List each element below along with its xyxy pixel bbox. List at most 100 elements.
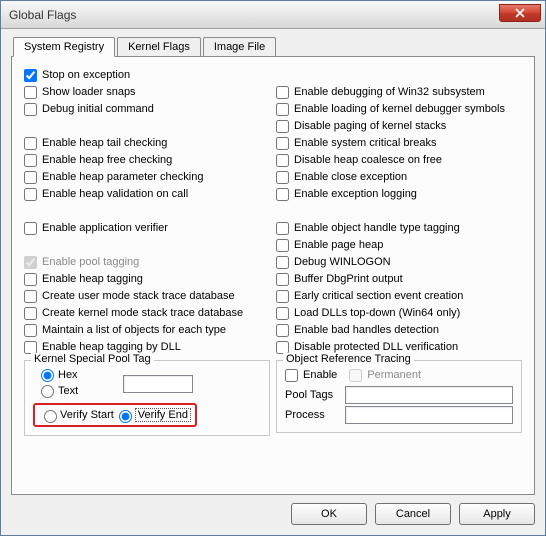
checkbox[interactable]	[276, 137, 289, 150]
checkbox[interactable]	[276, 239, 289, 252]
checkbox[interactable]	[276, 307, 289, 320]
chk-label: Enable bad handles detection	[294, 322, 439, 339]
chk-label: Enable exception logging	[294, 186, 417, 203]
chk-load-dlls-top-down[interactable]: Load DLLs top-down (Win64 only)	[276, 305, 522, 322]
chk-enable-bad-handles-detection[interactable]: Enable bad handles detection	[276, 322, 522, 339]
chk-enable-heap-parameter-checking[interactable]: Enable heap parameter checking	[24, 169, 270, 186]
tab-system-registry[interactable]: System Registry	[13, 37, 115, 57]
chk-label: Enable heap tail checking	[42, 135, 167, 152]
checkbox[interactable]	[24, 171, 37, 184]
close-button[interactable]	[499, 4, 541, 22]
chk-label: Enable application verifier	[42, 220, 168, 237]
ort-pool-tags-row: Pool Tags	[285, 386, 513, 404]
chk-label: Disable paging of kernel stacks	[294, 118, 446, 135]
chk-enable-application-verifier[interactable]: Enable application verifier	[24, 220, 270, 237]
checkbox[interactable]	[285, 369, 298, 382]
chk-label: Show loader snaps	[42, 84, 136, 101]
pool-tag-input[interactable]	[123, 375, 193, 393]
checkbox[interactable]	[24, 86, 37, 99]
chk-ort-enable[interactable]: Enable	[285, 367, 337, 384]
chk-enable-heap-tagging[interactable]: Enable heap tagging	[24, 271, 270, 288]
chk-debug-initial-command[interactable]: Debug initial command	[24, 101, 270, 118]
chk-disable-paging-kernel-stacks[interactable]: Disable paging of kernel stacks	[276, 118, 522, 135]
chk-enable-heap-free-checking[interactable]: Enable heap free checking	[24, 152, 270, 169]
client-area: System Registry Kernel Flags Image File …	[1, 29, 545, 535]
chk-enable-object-handle-type-tagging[interactable]: Enable object handle type tagging	[276, 220, 522, 237]
radio-verify-start-row[interactable]: Verify Start	[39, 407, 114, 423]
radio-text[interactable]	[41, 385, 54, 398]
checkbox[interactable]	[276, 222, 289, 235]
chk-label: Debug initial command	[42, 101, 154, 118]
checkbox[interactable]	[276, 120, 289, 133]
chk-label: Stop on exception	[42, 67, 130, 84]
chk-buffer-dbgprint-output[interactable]: Buffer DbgPrint output	[276, 271, 522, 288]
checkbox[interactable]	[24, 273, 37, 286]
checkbox[interactable]	[24, 103, 37, 116]
chk-label: Disable heap coalesce on free	[294, 152, 442, 169]
chk-label: Enable heap tagging	[42, 271, 143, 288]
chk-create-kernel-mode-stack-trace-db[interactable]: Create kernel mode stack trace database	[24, 305, 270, 322]
group-kernel-special-pool-tag: Kernel Special Pool Tag Hex Text Verify …	[24, 360, 270, 436]
checkbox[interactable]	[24, 154, 37, 167]
checkbox[interactable]	[24, 324, 37, 337]
right-column: Enable debugging of Win32 subsystem Enab…	[276, 67, 522, 486]
tab-page-system-registry: Stop on exception Show loader snaps Debu…	[11, 56, 535, 495]
chk-debug-winlogon[interactable]: Debug WINLOGON	[276, 254, 522, 271]
checkbox[interactable]	[276, 86, 289, 99]
cancel-button[interactable]: Cancel	[375, 503, 451, 525]
radio-verify-start[interactable]	[44, 410, 57, 423]
chk-stop-on-exception[interactable]: Stop on exception	[24, 67, 270, 84]
checkbox[interactable]	[276, 188, 289, 201]
verify-highlight: Verify Start Verify End	[33, 403, 197, 427]
radio-verify-end-row[interactable]: Verify End	[114, 407, 191, 423]
chk-enable-system-critical-breaks[interactable]: Enable system critical breaks	[276, 135, 522, 152]
radio-hex[interactable]	[41, 369, 54, 382]
pool-tags-label: Pool Tags	[285, 389, 345, 401]
checkbox[interactable]	[276, 273, 289, 286]
chk-enable-heap-validation-on-call[interactable]: Enable heap validation on call	[24, 186, 270, 203]
radio-label: Verify End	[135, 408, 191, 422]
radio-label: Text	[58, 385, 78, 397]
checkbox[interactable]	[276, 290, 289, 303]
chk-enable-debugging-win32[interactable]: Enable debugging of Win32 subsystem	[276, 84, 522, 101]
chk-enable-loading-kernel-dbg-symbols[interactable]: Enable loading of kernel debugger symbol…	[276, 101, 522, 118]
chk-enable-page-heap[interactable]: Enable page heap	[276, 237, 522, 254]
tab-kernel-flags[interactable]: Kernel Flags	[117, 37, 201, 56]
chk-label: Enable page heap	[294, 237, 383, 254]
checkbox[interactable]	[24, 137, 37, 150]
tab-image-file[interactable]: Image File	[203, 37, 276, 56]
tab-label: System Registry	[24, 41, 104, 53]
pool-tags-input[interactable]	[345, 386, 513, 404]
group-legend: Object Reference Tracing	[283, 353, 414, 365]
checkbox[interactable]	[24, 188, 37, 201]
checkbox[interactable]	[276, 324, 289, 337]
checkbox[interactable]	[24, 69, 37, 82]
chk-maintain-list-objects[interactable]: Maintain a list of objects for each type	[24, 322, 270, 339]
apply-button[interactable]: Apply	[459, 503, 535, 525]
checkbox[interactable]	[276, 154, 289, 167]
checkbox[interactable]	[24, 290, 37, 303]
chk-enable-exception-logging[interactable]: Enable exception logging	[276, 186, 522, 203]
checkbox[interactable]	[276, 103, 289, 116]
checkbox	[349, 369, 362, 382]
checkbox[interactable]	[276, 256, 289, 269]
chk-enable-heap-tail-checking[interactable]: Enable heap tail checking	[24, 135, 270, 152]
global-flags-window: Global Flags System Registry Kernel Flag…	[0, 0, 546, 536]
ort-process-row: Process	[285, 406, 513, 424]
checkbox[interactable]	[24, 307, 37, 320]
radio-verify-end[interactable]	[119, 410, 132, 423]
checkbox[interactable]	[24, 222, 37, 235]
chk-show-loader-snaps[interactable]: Show loader snaps	[24, 84, 270, 101]
process-input[interactable]	[345, 406, 513, 424]
chk-enable-close-exception[interactable]: Enable close exception	[276, 169, 522, 186]
chk-create-user-mode-stack-trace-db[interactable]: Create user mode stack trace database	[24, 288, 270, 305]
checkbox[interactable]	[276, 171, 289, 184]
chk-label: Maintain a list of objects for each type	[42, 322, 226, 339]
chk-early-critical-section-event-creation[interactable]: Early critical section event creation	[276, 288, 522, 305]
ok-button[interactable]: OK	[291, 503, 367, 525]
chk-label: Permanent	[367, 367, 421, 384]
chk-enable-pool-tagging: Enable pool tagging	[24, 254, 270, 271]
chk-disable-heap-coalesce-on-free[interactable]: Disable heap coalesce on free	[276, 152, 522, 169]
chk-label: Enable system critical breaks	[294, 135, 436, 152]
chk-label: Load DLLs top-down (Win64 only)	[294, 305, 460, 322]
